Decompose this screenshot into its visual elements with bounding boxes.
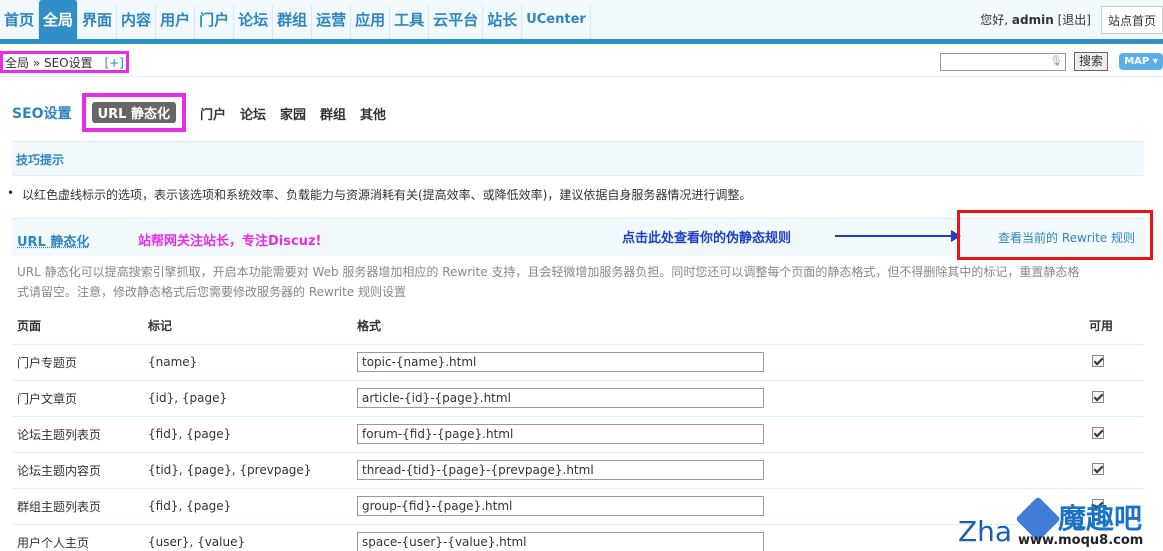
nav-item-global[interactable]: 全局 [39, 0, 79, 39]
row-mark: {fid}, {page} [143, 416, 352, 453]
row-mark: {fid}, {page} [143, 488, 352, 525]
tab-groups[interactable]: 群组 [320, 104, 346, 123]
section-description: URL 静态化可以提高搜索引擎抓取，开启本功能需要对 Web 服务器增加相应的 … [17, 265, 1080, 299]
greeting: 您好, admin [退出] [980, 11, 1091, 28]
tip-item: • 以红色虚线标示的选项，表示该选项和系统效率、负载能力与资源消耗有关(提高效率… [7, 186, 752, 203]
nav-item-ucenter[interactable]: UCenter [522, 5, 591, 39]
table-row: 门户文章页 {id}, {page} [12, 380, 1144, 417]
watermark-name: 魔趣吧 [1058, 502, 1143, 535]
nav-item-operations[interactable]: 运营 [312, 5, 352, 39]
page-title: SEO设置 [12, 106, 72, 122]
nav-item-interface[interactable]: 界面 [78, 5, 118, 39]
tips-title: 技巧提示 [16, 153, 65, 167]
tips-header: 技巧提示 [12, 141, 1144, 176]
tab-home[interactable]: 家园 [280, 104, 306, 123]
row-page: 门户专题页 [12, 344, 143, 381]
nav-item-groups[interactable]: 群组 [273, 5, 313, 39]
row-page: 用户个人主页 [12, 524, 143, 551]
site-home-button[interactable]: 站点首页 [1100, 5, 1163, 34]
annotation-arrow-line [835, 235, 955, 237]
enabled-checkbox[interactable] [1092, 462, 1104, 475]
row-mark: {id}, {page} [143, 380, 352, 417]
nav-item-tools[interactable]: 工具 [390, 5, 430, 39]
header-format: 格式 [352, 308, 1084, 345]
main-nav: 首页 全局 界面 内容 用户 门户 论坛 群组 运营 应用 工具 云平台 站长 … [0, 0, 591, 39]
table-row: 论坛主题内容页 {tid}, {page}, {prevpage} [12, 452, 1144, 489]
row-mark: {name} [143, 344, 352, 381]
row-page: 论坛主题列表页 [12, 416, 143, 453]
username: admin [1011, 13, 1054, 27]
user-area: 您好, admin [退出] 站点首页 [980, 0, 1163, 39]
row-page: 门户文章页 [12, 380, 143, 417]
nav-item-users[interactable]: 用户 [156, 5, 196, 39]
row-page: 群组主题列表页 [12, 488, 143, 525]
row-mark: {user}, {value} [143, 524, 352, 551]
tab-highlight-box: URL 静态化 [81, 93, 186, 132]
table-row: 门户专题页 {name} [12, 344, 1144, 381]
seo-subnav: SEO设置 URL 静态化 门户 论坛 家园 群组 其他 [12, 93, 386, 132]
header-page: 页面 [12, 308, 143, 345]
map-button[interactable]: MAP ▾ [1119, 53, 1163, 70]
table-header-row: 页面 标记 格式 可用 [12, 308, 1144, 345]
annotation-blue: 点击此处查看你的伪静态规则 [622, 231, 792, 246]
row-page: 论坛主题内容页 [12, 452, 143, 489]
nav-item-content[interactable]: 内容 [117, 5, 157, 39]
greeting-prefix: 您好, [980, 13, 1009, 27]
section-title: URL 静态化 [17, 235, 90, 250]
header-enabled: 可用 [1084, 308, 1144, 345]
watermark-url: www.moqu8.com [1018, 533, 1144, 548]
watermark-text-left: Zha [958, 515, 1013, 548]
tab-portal[interactable]: 门户 [200, 104, 226, 123]
enabled-checkbox[interactable] [1092, 390, 1104, 403]
microphone-icon[interactable]: 🎙 [1050, 55, 1063, 69]
tab-url-static[interactable]: URL 静态化 [91, 102, 176, 123]
watermark: Zha 魔趣吧 www.moqu8.com [958, 496, 1163, 551]
tab-forum[interactable]: 论坛 [240, 104, 266, 123]
breadcrumb: 全局 » SEO设置 [+] [0, 51, 129, 73]
table-row: 论坛主题列表页 {fid}, {page} [12, 416, 1144, 453]
search-button[interactable]: 搜索 [1074, 52, 1109, 71]
nav-item-cloud[interactable]: 云平台 [429, 5, 484, 39]
format-input[interactable] [357, 496, 764, 516]
nav-item-portal[interactable]: 门户 [195, 5, 235, 39]
breadcrumb-path[interactable]: 全局 » SEO设置 [5, 56, 93, 70]
breadcrumb-add-link[interactable]: [+] [104, 56, 123, 70]
annotation-pink: 站帮网关注站长，专注Discuz! [138, 234, 322, 249]
format-input[interactable] [357, 388, 764, 408]
nav-item-home[interactable]: 首页 [0, 5, 40, 39]
header-mark: 标记 [143, 308, 352, 345]
nav-item-webmaster[interactable]: 站长 [483, 5, 523, 39]
search-input[interactable] [940, 53, 1066, 71]
enabled-checkbox[interactable] [1092, 426, 1104, 439]
format-input[interactable] [357, 352, 764, 372]
top-nav-bar: 首页 全局 界面 内容 用户 门户 论坛 群组 运营 应用 工具 云平台 站长 … [0, 0, 1163, 44]
format-input[interactable] [357, 460, 764, 480]
format-input[interactable] [357, 424, 764, 444]
nav-item-forum[interactable]: 论坛 [234, 5, 274, 39]
enabled-checkbox[interactable] [1092, 354, 1104, 367]
bullet-icon: • [7, 186, 15, 200]
row-mark: {tid}, {page}, {prevpage} [143, 452, 352, 489]
logout-link[interactable]: [退出] [1058, 13, 1091, 27]
format-input[interactable] [357, 532, 764, 551]
tip-text: 以红色虚线标示的选项，表示该选项和系统效率、负载能力与资源消耗有关(提高效率、或… [22, 188, 752, 202]
tab-other[interactable]: 其他 [360, 104, 386, 123]
nav-item-apps[interactable]: 应用 [351, 5, 391, 39]
view-rewrite-rules-link[interactable]: 查看当前的 Rewrite 规则 [998, 229, 1135, 246]
